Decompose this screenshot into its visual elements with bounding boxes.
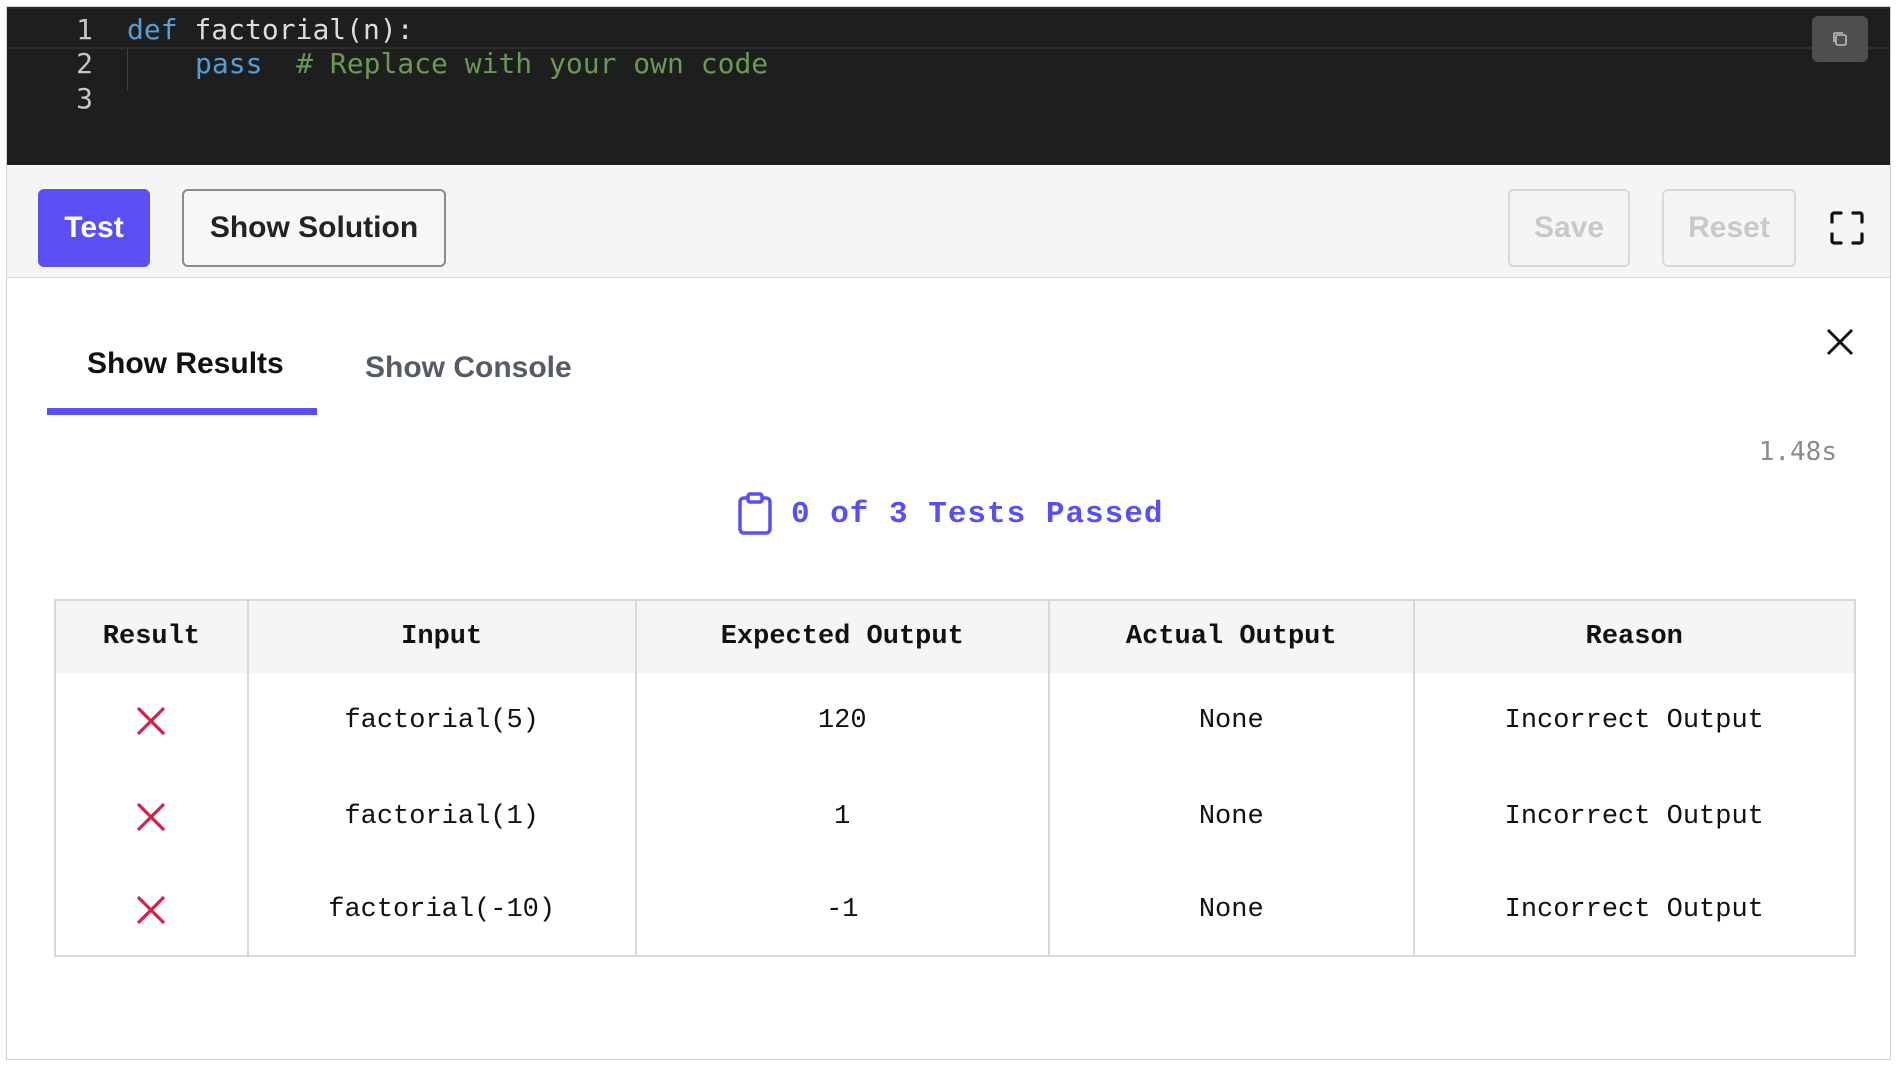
elapsed-time: 1.48s [1758, 437, 1837, 467]
result-cell [55, 769, 249, 865]
code-comment: # Replace with your own code [296, 47, 769, 80]
reason-cell: Incorrect Output [1504, 706, 1764, 736]
actual-cell: None [1049, 769, 1415, 865]
editor-toolbar: Test Show Solution Save Reset [7, 165, 1890, 278]
code-exercise-widget: 1 def factorial(n): 2 pass # Replace wit… [6, 6, 1891, 1060]
code-editor[interactable]: 1 def factorial(n): 2 pass # Replace wit… [7, 7, 1890, 165]
input-cell: factorial(1) [247, 769, 637, 865]
test-summary: 0 of 3 Tests Passed [737, 491, 1163, 537]
active-tab-indicator [47, 408, 317, 415]
actual-cell: None [1049, 865, 1415, 956]
reset-button[interactable]: Reset [1662, 189, 1796, 267]
fullscreen-icon[interactable] [1829, 210, 1865, 246]
line-number: 3 [76, 82, 93, 115]
column-header-reason: Reason [1413, 600, 1855, 673]
fail-x-icon [137, 895, 166, 925]
result-cell [55, 673, 249, 769]
column-header-input: Input [247, 600, 637, 673]
copy-code-button[interactable] [1812, 16, 1868, 62]
table-header-row: Result Input Expected Output Actual Outp… [55, 600, 1855, 673]
show-solution-button[interactable]: Show Solution [182, 189, 446, 267]
close-icon[interactable] [1823, 325, 1857, 359]
tab-label: Show Console [365, 351, 572, 384]
code-text: factorial(n): [177, 13, 414, 46]
summary-text: 0 of 3 Tests Passed [791, 496, 1164, 532]
results-table: Result Input Expected Output Actual Outp… [54, 599, 1856, 957]
copy-icon [1833, 32, 1847, 46]
clipboard-icon [738, 492, 772, 535]
reason-cell: Incorrect Output [1504, 895, 1764, 925]
actual-cell: None [1049, 673, 1415, 769]
tab-show-results[interactable]: Show Results [47, 327, 317, 415]
code-keyword: def [127, 13, 178, 46]
save-button[interactable]: Save [1508, 189, 1630, 267]
result-cell [55, 865, 249, 956]
input-cell: factorial(5) [247, 673, 637, 769]
fail-x-icon [137, 706, 166, 736]
expected-cell: -1 [635, 865, 1051, 956]
fail-x-icon [137, 802, 166, 832]
code-line-3[interactable]: 3 [7, 78, 1890, 120]
column-header-expected: Expected Output [635, 600, 1051, 673]
tab-label: Show Results [87, 347, 284, 380]
table-row: factorial(5) 120 None Incorrect Output [55, 673, 1855, 769]
reason-cell: Incorrect Output [1504, 802, 1764, 832]
expected-cell: 1 [635, 769, 1051, 865]
code-keyword: pass [195, 47, 263, 80]
test-button[interactable]: Test [38, 189, 150, 267]
column-header-result: Result [55, 600, 249, 673]
input-cell: factorial(-10) [247, 865, 637, 956]
expected-cell: 120 [635, 673, 1051, 769]
table-row: factorial(1) 1 None Incorrect Output [55, 769, 1855, 865]
column-header-actual: Actual Output [1049, 600, 1415, 673]
table-row: factorial(-10) -1 None Incorrect Output [55, 865, 1855, 956]
